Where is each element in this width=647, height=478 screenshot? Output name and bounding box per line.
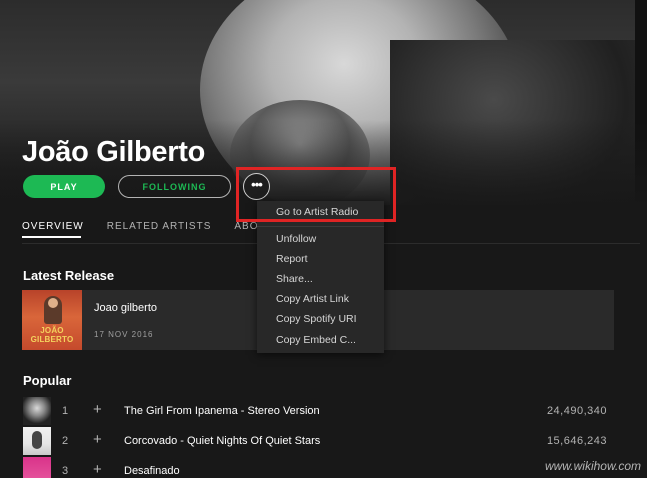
- track-number: 1: [62, 405, 69, 417]
- release-date: 17 NOV 2016: [94, 330, 154, 339]
- watermark: www.wikihow.com: [544, 459, 641, 473]
- artist-tabs: OVERVIEW RELATED ARTISTS ABO: [22, 221, 259, 235]
- track-title[interactable]: Corcovado - Quiet Nights Of Quiet Stars: [124, 435, 320, 447]
- following-button[interactable]: FOLLOWING: [118, 175, 231, 198]
- menu-item-unfollow[interactable]: Unfollow: [276, 233, 316, 245]
- track-art: [23, 457, 51, 478]
- album-art[interactable]: JOÃO GILBERTO: [22, 290, 82, 350]
- track-number: 2: [62, 435, 69, 447]
- track-art: [23, 397, 51, 425]
- album-art-face: [48, 298, 58, 308]
- track-art-figure: [32, 431, 42, 449]
- track-play-count: 15,646,243: [546, 435, 607, 447]
- add-to-library-icon[interactable]: +: [93, 401, 102, 418]
- track-title[interactable]: The Girl From Ipanema - Stereo Version: [124, 405, 320, 417]
- track-row[interactable]: 2 + Corcovado - Quiet Nights Of Quiet St…: [22, 427, 614, 455]
- highlight-annotation: [236, 167, 396, 222]
- popular-heading: Popular: [23, 373, 72, 388]
- menu-item-copy-spotify-uri[interactable]: Copy Spotify URI: [276, 313, 357, 325]
- active-tab-indicator: [22, 236, 81, 238]
- artist-name: João Gilberto: [22, 136, 206, 168]
- track-title[interactable]: Desafinado: [124, 465, 180, 477]
- context-menu: Go to Artist Radio Unfollow Report Share…: [257, 201, 384, 353]
- tab-overview[interactable]: OVERVIEW: [22, 221, 84, 235]
- menu-item-report[interactable]: Report: [276, 253, 308, 265]
- menu-item-copy-embed-code[interactable]: Copy Embed C...: [276, 334, 356, 346]
- add-to-library-icon[interactable]: +: [93, 431, 102, 448]
- menu-item-copy-artist-link[interactable]: Copy Artist Link: [276, 293, 349, 305]
- album-art-text: JOÃO GILBERTO: [30, 326, 74, 344]
- latest-release-heading: Latest Release: [23, 268, 115, 283]
- menu-divider: [257, 226, 384, 227]
- release-title[interactable]: Joao gilberto: [94, 302, 157, 314]
- tab-related-artists[interactable]: RELATED ARTISTS: [107, 221, 212, 235]
- add-to-library-icon[interactable]: +: [93, 461, 102, 478]
- tab-about[interactable]: ABO: [234, 221, 258, 235]
- track-row[interactable]: 1 + The Girl From Ipanema - Stereo Versi…: [22, 397, 614, 425]
- menu-item-share[interactable]: Share...: [276, 273, 313, 285]
- track-art: [23, 427, 51, 455]
- play-button[interactable]: PLAY: [23, 175, 105, 198]
- track-play-count: 24,490,340: [546, 405, 607, 417]
- track-number: 3: [62, 465, 69, 477]
- track-row[interactable]: 3 + Desafinado: [22, 457, 614, 478]
